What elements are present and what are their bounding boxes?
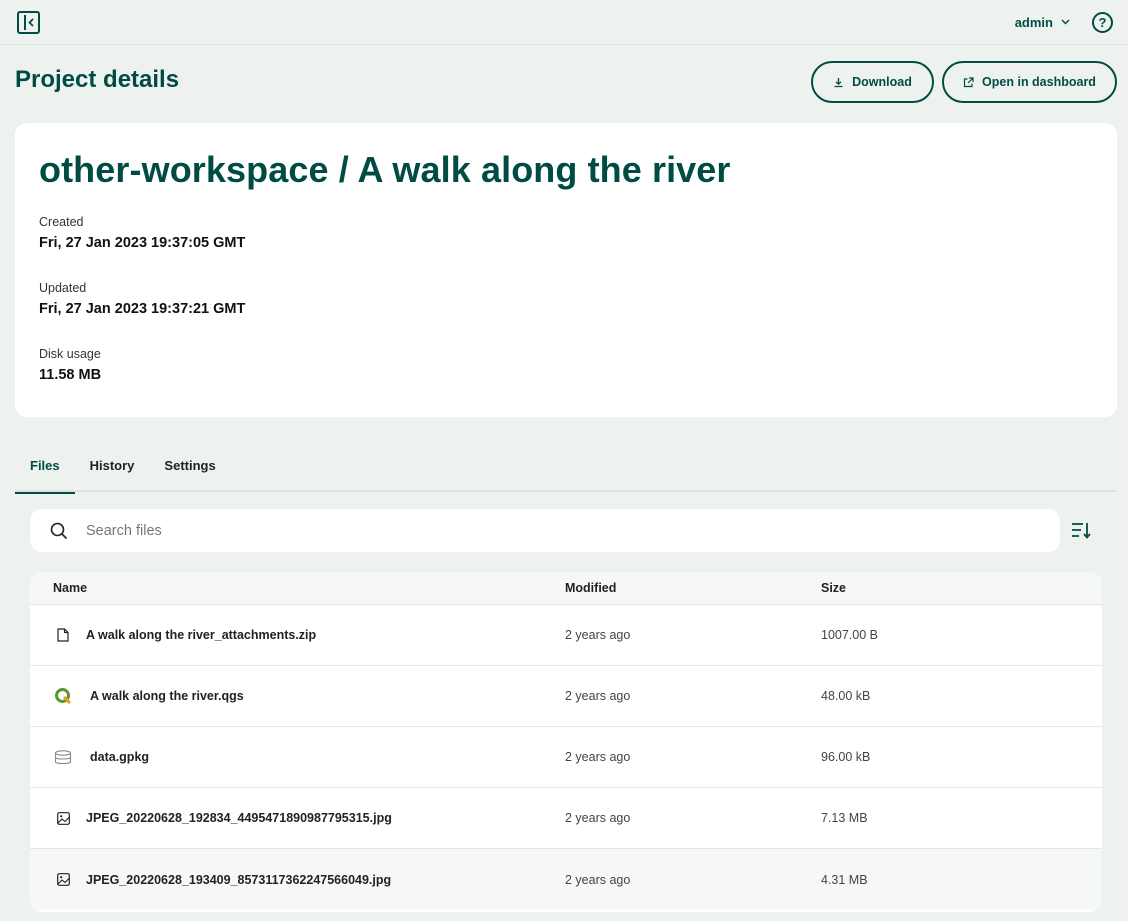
table-row[interactable]: A walk along the river.qgs 2 years ago 4…: [30, 666, 1102, 727]
download-button[interactable]: Download: [811, 61, 934, 103]
user-menu[interactable]: admin: [1015, 15, 1070, 30]
header-modified[interactable]: Modified: [565, 581, 821, 595]
created-field: Created Fri, 27 Jan 2023 19:37:05 GMT: [39, 215, 245, 251]
header-size[interactable]: Size: [821, 581, 846, 595]
file-modified: 2 years ago: [565, 628, 631, 642]
file-size: 1007.00 B: [821, 628, 878, 642]
external-link-icon: [963, 76, 974, 87]
image-icon: [53, 873, 73, 886]
search-icon: [50, 522, 68, 539]
qgis-icon: [53, 687, 73, 705]
tab-files[interactable]: Files: [15, 438, 75, 494]
file-name[interactable]: JPEG_20220628_193409_8573117362247566049…: [86, 873, 391, 887]
file-size: 7.13 MB: [821, 811, 868, 825]
table-row[interactable]: JPEG_20220628_192834_4495471890987795315…: [30, 788, 1102, 849]
file-size: 48.00 kB: [821, 689, 871, 703]
open-in-dashboard-button[interactable]: Open in dashboard: [942, 61, 1117, 103]
table-row[interactable]: data.gpkg 2 years ago 96.00 kB: [30, 727, 1102, 788]
sidebar-toggle-icon[interactable]: [17, 10, 40, 34]
file-name[interactable]: A walk along the river.qgs: [90, 689, 244, 703]
file-size: 4.31 MB: [821, 872, 868, 887]
file-name[interactable]: data.gpkg: [90, 750, 149, 764]
table-header: Name Modified Size: [30, 572, 1102, 605]
table-row[interactable]: A walk along the river_attachments.zip 2…: [30, 605, 1102, 666]
file-icon: [53, 628, 73, 642]
header-name[interactable]: Name: [30, 581, 565, 595]
created-value: Fri, 27 Jan 2023 19:37:05 GMT: [39, 235, 246, 251]
file-modified: 2 years ago: [565, 689, 631, 703]
files-table: Name Modified Size A walk along the rive…: [30, 572, 1102, 912]
tab-history[interactable]: History: [75, 438, 150, 492]
tab-settings[interactable]: Settings: [149, 438, 230, 492]
disk-usage-label: Disk usage: [39, 347, 101, 361]
updated-value: Fri, 27 Jan 2023 19:37:21 GMT: [39, 301, 246, 317]
updated-field: Updated Fri, 27 Jan 2023 19:37:21 GMT: [39, 281, 245, 317]
file-modified: 2 years ago: [565, 750, 631, 764]
file-modified: 2 years ago: [565, 811, 631, 825]
top-bar: admin ?: [0, 0, 1128, 45]
disk-usage-field: Disk usage 11.58 MB: [39, 347, 101, 383]
project-tabs: Files History Settings: [15, 438, 1117, 494]
download-icon: [834, 77, 843, 87]
search-bar: [30, 509, 1060, 552]
help-icon[interactable]: ?: [1092, 11, 1113, 33]
file-modified: 2 years ago: [565, 872, 631, 887]
user-name: admin: [1014, 14, 1053, 30]
updated-label: Updated: [39, 281, 87, 295]
chevron-down-icon: [1061, 19, 1070, 25]
disk-usage-value: 11.58 MB: [39, 367, 102, 383]
page-title: Project details: [15, 66, 180, 93]
image-icon: [53, 811, 73, 825]
project-info-card: other-workspace / A walk along the river…: [15, 123, 1117, 417]
file-size: 96.00 kB: [821, 750, 871, 764]
file-name[interactable]: A walk along the river_attachments.zip: [86, 628, 316, 642]
download-label: Download: [852, 75, 912, 89]
sort-icon[interactable]: [1071, 521, 1092, 540]
file-name[interactable]: JPEG_20220628_192834_4495471890987795315…: [86, 811, 392, 825]
search-input[interactable]: [86, 522, 986, 539]
created-label: Created: [39, 215, 84, 229]
database-icon: [53, 749, 73, 765]
table-row[interactable]: JPEG_20220628_193409_8573117362247566049…: [30, 849, 1102, 910]
open-in-dashboard-label: Open in dashboard: [982, 75, 1096, 89]
project-name: other-workspace / A walk along the river: [39, 149, 731, 190]
